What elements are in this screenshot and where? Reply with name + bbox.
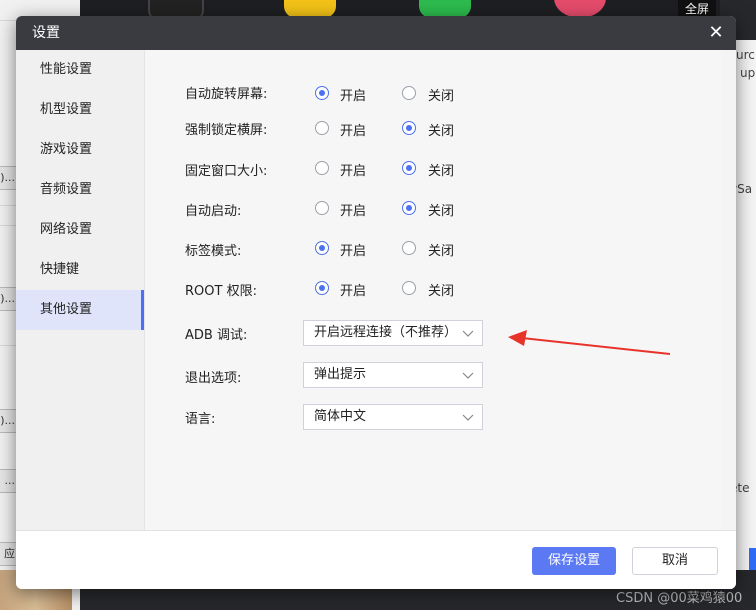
background-fragment: ySa xyxy=(736,182,753,196)
chevron-down-icon xyxy=(462,372,474,379)
background-fragment: up xyxy=(740,66,756,80)
radio-on[interactable] xyxy=(315,201,329,215)
background-button xyxy=(749,548,756,570)
setting-label: 语言: xyxy=(185,412,216,427)
select-value: 简体中文 xyxy=(314,409,367,424)
sidebar-item-device-model[interactable]: 机型设置 xyxy=(16,90,144,130)
dialog-titlebar: 设置 ✕ xyxy=(16,16,736,50)
setting-label: 标签模式: xyxy=(185,244,242,259)
setting-label: ROOT 权限: xyxy=(185,284,257,299)
radio-off-label[interactable]: 关闭 xyxy=(428,160,454,179)
close-icon[interactable]: ✕ xyxy=(706,23,726,43)
dialog-footer: 保存设置 取消 xyxy=(16,530,736,589)
radio-on[interactable] xyxy=(315,241,329,255)
cancel-button[interactable]: 取消 xyxy=(632,547,718,575)
radio-on[interactable] xyxy=(315,121,329,135)
exit-option-select[interactable]: 弹出提示 xyxy=(303,362,483,388)
settings-dialog: 设置 ✕ 性能设置 机型设置 游戏设置 音频设置 网络设置 快捷键 其他设置 自… xyxy=(16,16,736,589)
chevron-down-icon xyxy=(462,330,474,337)
select-value: 开启远程连接（不推荐） xyxy=(314,325,458,340)
setting-label: 退出选项: xyxy=(185,371,242,386)
radio-off-label[interactable]: 关闭 xyxy=(428,240,454,259)
radio-off-label[interactable]: 关闭 xyxy=(428,200,454,219)
settings-sidebar: 性能设置 机型设置 游戏设置 音频设置 网络设置 快捷键 其他设置 xyxy=(16,50,145,530)
adb-debug-select[interactable]: 开启远程连接（不推荐） xyxy=(303,320,483,346)
radio-on-label[interactable]: 开启 xyxy=(340,280,366,299)
language-select[interactable]: 简体中文 xyxy=(303,404,483,430)
background-app-right: urc up ySa ete xyxy=(736,40,756,570)
sidebar-item-shortcuts[interactable]: 快捷键 xyxy=(16,250,144,290)
radio-off[interactable] xyxy=(402,241,416,255)
chevron-down-icon xyxy=(462,414,474,421)
radio-on-label[interactable]: 开启 xyxy=(340,240,366,259)
settings-content: 自动旋转屏幕: 开启 关闭 强制锁定横屏: 开启 关闭 固定窗口大小: 开启 关… xyxy=(145,50,721,530)
radio-on[interactable] xyxy=(315,86,329,100)
radio-on[interactable] xyxy=(315,161,329,175)
radio-off[interactable] xyxy=(402,281,416,295)
sidebar-item-other[interactable]: 其他设置 xyxy=(16,290,144,330)
watermark: CSDN @00菜鸡猿00 xyxy=(616,591,743,606)
radio-on[interactable] xyxy=(315,281,329,295)
setting-label: 自动启动: xyxy=(185,204,242,219)
radio-off-label[interactable]: 关闭 xyxy=(428,120,454,139)
radio-on-label[interactable]: 开启 xyxy=(340,85,366,104)
radio-off[interactable] xyxy=(402,86,416,100)
background-fragment: urc xyxy=(736,48,755,62)
radio-on-label[interactable]: 开启 xyxy=(340,160,366,179)
setting-label: 强制锁定横屏: xyxy=(185,123,268,138)
sidebar-item-performance[interactable]: 性能设置 xyxy=(16,50,144,90)
sidebar-item-game[interactable]: 游戏设置 xyxy=(16,130,144,170)
radio-off[interactable] xyxy=(402,121,416,135)
radio-on-label[interactable]: 开启 xyxy=(340,200,366,219)
radio-off-label[interactable]: 关闭 xyxy=(428,85,454,104)
sidebar-item-network[interactable]: 网络设置 xyxy=(16,210,144,250)
content-scroll-area xyxy=(721,50,736,530)
dialog-title: 设置 xyxy=(32,25,60,41)
select-value: 弹出提示 xyxy=(314,367,367,382)
save-settings-button[interactable]: 保存设置 xyxy=(532,547,616,575)
radio-off-label[interactable]: 关闭 xyxy=(428,280,454,299)
radio-off[interactable] xyxy=(402,161,416,175)
background-fragment: ete xyxy=(736,481,750,495)
radio-on-label[interactable]: 开启 xyxy=(340,120,366,139)
setting-label: ADB 调试: xyxy=(185,328,248,343)
setting-label: 自动旋转屏幕: xyxy=(185,87,268,102)
sidebar-item-audio[interactable]: 音频设置 xyxy=(16,170,144,210)
radio-off[interactable] xyxy=(402,201,416,215)
setting-label: 固定窗口大小: xyxy=(185,164,268,179)
